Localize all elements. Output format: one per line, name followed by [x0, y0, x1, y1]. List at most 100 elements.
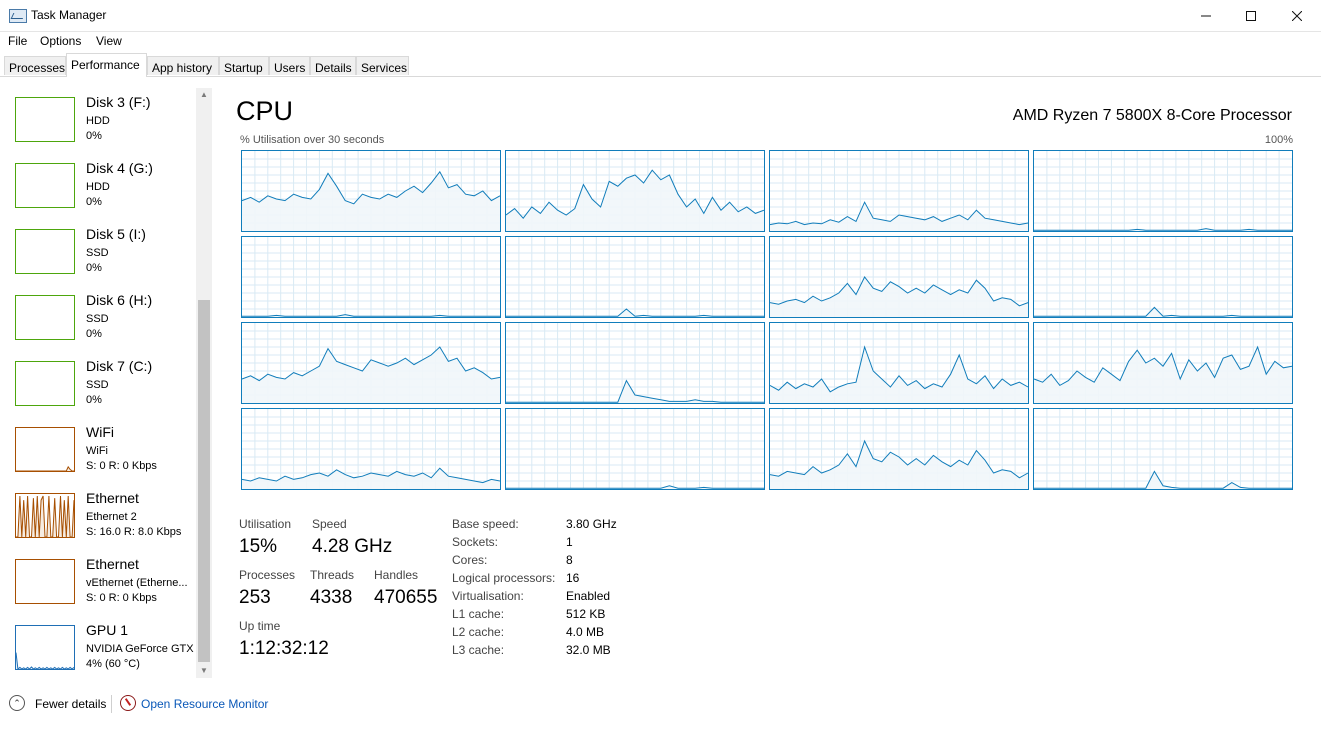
handles-label: Handles	[374, 568, 419, 582]
spec-value: 8	[566, 553, 573, 567]
logical-processor-graph	[1033, 408, 1293, 490]
processes-label: Processes	[239, 568, 296, 582]
sidebar-item-title: Ethernet	[86, 556, 139, 572]
threads-value: 4338	[310, 587, 353, 608]
tab-services[interactable]: Services	[356, 56, 409, 75]
spec-value: 3.80 GHz	[566, 517, 617, 531]
sidebar-item-title: Disk 3 (F:)	[86, 94, 151, 110]
sidebar-item-subtitle: SSD	[86, 313, 109, 325]
logical-processor-graph	[1033, 322, 1293, 404]
sidebar-item-vethernet[interactable]: Ethernet vEthernet (Etherne... S: 0 R: 0…	[0, 549, 196, 615]
sidebar-item-value: 0%	[86, 196, 102, 208]
tab-strip: Processes Performance App history Startu…	[0, 53, 1321, 77]
tab-startup[interactable]: Startup	[219, 56, 269, 75]
vethernet-thumbnail	[15, 559, 75, 604]
disk-6-thumbnail	[15, 295, 75, 340]
spec-value: 1	[566, 535, 573, 549]
logical-processor-graph	[769, 150, 1029, 232]
logical-processor-graph	[1033, 150, 1293, 232]
sidebar-item-subtitle: Ethernet 2	[86, 511, 137, 523]
minimize-button[interactable]	[1183, 0, 1229, 31]
sidebar-item-value: 0%	[86, 262, 102, 274]
sidebar-item-title: Disk 7 (C:)	[86, 358, 153, 374]
sidebar-item-disk-6[interactable]: Disk 6 (H:) SSD 0%	[0, 285, 196, 351]
disk-4-thumbnail	[15, 163, 75, 208]
mini-graph-line	[16, 652, 74, 669]
logical-processor-graph	[505, 322, 765, 404]
sidebar-item-disk-4[interactable]: Disk 4 (G:) HDD 0%	[0, 153, 196, 219]
speed-value: 4.28 GHz	[312, 536, 393, 557]
sidebar-item-wifi[interactable]: WiFi WiFi S: 0 R: 0 Kbps	[0, 417, 196, 483]
sidebar-item-subtitle: SSD	[86, 379, 109, 391]
scrollbar-thumb[interactable]	[198, 300, 210, 662]
page-title: CPU	[236, 96, 294, 126]
sidebar-item-title: Disk 4 (G:)	[86, 160, 153, 176]
close-button[interactable]	[1274, 0, 1320, 31]
maximize-button[interactable]	[1228, 0, 1274, 31]
utilisation-value: 15%	[239, 536, 278, 557]
maximize-icon	[1246, 10, 1256, 21]
ethernet-2-thumbnail	[15, 493, 75, 538]
menu-options[interactable]: Options	[40, 34, 81, 48]
tab-performance[interactable]: Performance	[66, 53, 147, 77]
logical-processor-graph	[241, 150, 501, 232]
menu-bar: File Options View	[0, 31, 1321, 51]
open-resource-monitor-link[interactable]: Open Resource Monitor	[141, 697, 268, 711]
sidebar-item-title: Ethernet	[86, 490, 139, 506]
resource-list: Disk 3 (F:) HDD 0% Disk 4 (G:) HDD 0% Di…	[0, 77, 214, 685]
fewer-details-button[interactable]: Fewer details	[35, 697, 106, 711]
sidebar-scrollbar[interactable]: ▲ ▼	[196, 88, 212, 678]
sidebar-item-subtitle: SSD	[86, 247, 109, 259]
title-bar: Task Manager	[0, 0, 1321, 32]
sidebar-item-subtitle: HDD	[86, 181, 110, 193]
disk-3-thumbnail	[15, 97, 75, 142]
resource-monitor-icon[interactable]	[120, 695, 136, 711]
sidebar-item-gpu-1[interactable]: GPU 1 NVIDIA GeForce GTX 4% (60 °C)	[0, 615, 196, 681]
chevron-up-icon[interactable]: ⌃	[9, 695, 25, 711]
footer: ⌃ Fewer details Open Resource Monitor	[0, 690, 1321, 730]
footer-divider	[111, 695, 112, 713]
spec-label: Logical processors:	[452, 571, 556, 585]
processes-value: 253	[239, 587, 271, 608]
sidebar-item-disk-5[interactable]: Disk 5 (I:) SSD 0%	[0, 219, 196, 285]
logical-processor-graph	[505, 236, 765, 318]
handles-value: 470655	[374, 587, 438, 608]
tab-processes[interactable]: Processes	[4, 56, 66, 75]
tab-users[interactable]: Users	[269, 56, 310, 75]
graph-caption: % Utilisation over 30 seconds	[240, 134, 385, 146]
logical-processor-graph	[505, 408, 765, 490]
sidebar-item-disk-3[interactable]: Disk 3 (F:) HDD 0%	[0, 87, 196, 153]
tab-app-history[interactable]: App history	[147, 56, 219, 75]
menu-file[interactable]: File	[8, 34, 27, 48]
disk-7-thumbnail	[15, 361, 75, 406]
cpu-model: AMD Ryzen 7 5800X 8-Core Processor	[1012, 107, 1292, 124]
mini-graph-area	[16, 466, 74, 471]
menu-view[interactable]: View	[96, 34, 122, 48]
sidebar-item-subtitle: HDD	[86, 115, 110, 127]
tab-details[interactable]: Details	[310, 56, 356, 75]
logical-processor-graph	[769, 236, 1029, 318]
uptime-label: Up time	[239, 619, 281, 633]
window-title: Task Manager	[31, 8, 107, 22]
logical-processor-graph	[769, 322, 1029, 404]
spec-label: Cores:	[452, 553, 488, 567]
sidebar-item-value: S: 0 R: 0 Kbps	[86, 460, 157, 472]
logical-processor-graph	[241, 322, 501, 404]
spec-label: Sockets:	[452, 535, 499, 549]
spec-label: L3 cache:	[452, 643, 505, 657]
spec-label: L1 cache:	[452, 607, 505, 621]
sidebar-item-ethernet-2[interactable]: Ethernet Ethernet 2 S: 16.0 R: 8.0 Kbps	[0, 483, 196, 549]
scroll-up-arrow-icon[interactable]: ▲	[196, 88, 212, 102]
spec-value: 32.0 MB	[566, 643, 611, 657]
logical-processor-graph	[769, 408, 1029, 490]
spec-value: 4.0 MB	[566, 625, 605, 639]
utilisation-label: Utilisation	[239, 517, 292, 531]
sidebar-item-value: S: 0 R: 0 Kbps	[86, 592, 157, 604]
threads-label: Threads	[310, 568, 355, 582]
sidebar-item-value: 0%	[86, 394, 102, 406]
sidebar-item-disk-7[interactable]: Disk 7 (C:) SSD 0%	[0, 351, 196, 417]
scroll-down-arrow-icon[interactable]: ▼	[196, 664, 212, 678]
spec-label: L2 cache:	[452, 625, 505, 639]
logical-processor-graph	[505, 150, 765, 232]
sidebar-item-title: WiFi	[86, 424, 114, 440]
